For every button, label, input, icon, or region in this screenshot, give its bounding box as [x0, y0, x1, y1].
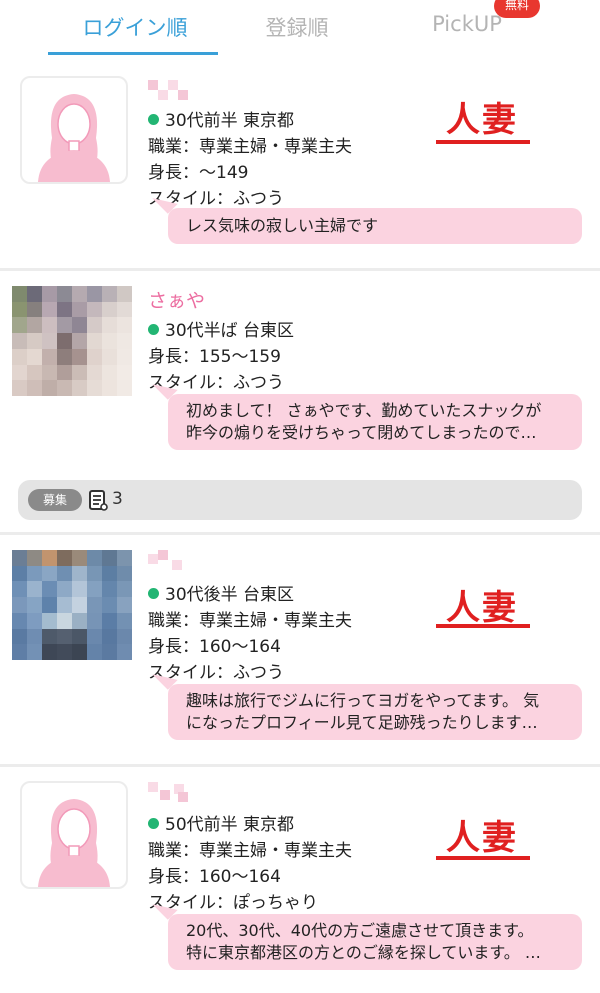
age-area: 50代前半 東京都: [148, 810, 294, 835]
message-bubble: 20代、30代、40代の方ご遠慮させて頂きます。 特に東京都港区の方とのご縁を探…: [168, 914, 582, 970]
age-area-text: 30代半ば 台東区: [165, 321, 295, 341]
blurred-name: [148, 782, 188, 802]
age-area-text: 30代前半 東京都: [165, 111, 295, 131]
tag-underline: [436, 624, 530, 628]
message-bubble: 初めまして！ さぁやです、勤めていたスナックが 昨今の煽りを受けちゃって閉めてし…: [168, 394, 582, 450]
free-badge: 無料: [494, 0, 540, 18]
age-area: 30代前半 東京都: [148, 106, 294, 131]
job-text: 職業：専業主婦・専業主夫: [148, 137, 352, 157]
tag-underline: [436, 856, 530, 860]
message-line: レス気味の寂しい主婦です: [186, 216, 379, 235]
board-list-icon: [88, 488, 108, 512]
age-area-text: 50代前半 東京都: [165, 815, 295, 835]
tab-registration-order[interactable]: 登録順: [222, 12, 372, 42]
female-silhouette-icon: [20, 76, 128, 184]
height-text: 身長：155〜159: [148, 347, 281, 367]
blurred-name: [148, 80, 188, 100]
tag-underline: [436, 140, 530, 144]
job-text: 職業：専業主婦・専業主夫: [148, 841, 352, 861]
recruit-bar[interactable]: 募集 3: [18, 480, 582, 520]
active-tab-indicator: [48, 52, 218, 55]
message-line: 趣味は旅行でジムに行ってヨガをやってます。 気: [186, 691, 540, 710]
online-status-dot: [148, 818, 159, 829]
divider: [0, 764, 600, 767]
tag-label: 人妻: [446, 818, 518, 858]
tab-pickup-label: PickUP: [432, 12, 502, 36]
online-status-dot: [148, 588, 159, 599]
height-text: 身長：〜149: [148, 163, 249, 183]
profile-name[interactable]: さぁや: [148, 286, 205, 313]
height-text: 身長：160〜164: [148, 637, 281, 657]
message-line: 初めまして！ さぁやです、勤めていたスナックが: [186, 401, 542, 420]
online-status-dot: [148, 324, 159, 335]
blurred-name: [148, 550, 188, 570]
tab-login-order[interactable]: ログイン順: [60, 12, 210, 42]
message-line: になったプロフィール見て足跡残ったりします…: [186, 713, 538, 732]
message-line: 20代、30代、40代の方ご遠慮させて頂きます。: [186, 921, 534, 940]
tag-label: 人妻: [446, 100, 518, 140]
message-line: 特に東京都港区の方とのご縁を探しています。 …: [186, 943, 541, 962]
job-text: 職業：専業主婦・専業主夫: [148, 611, 352, 631]
age-area: 30代半ば 台東区: [148, 316, 294, 341]
recruit-label: 募集: [28, 489, 82, 511]
message-line: 昨今の煽りを受けちゃって閉めてしまったので…: [186, 423, 537, 442]
message-bubble: 趣味は旅行でジムに行ってヨガをやってます。 気 になったプロフィール見て足跡残っ…: [168, 684, 582, 740]
tag-label: 人妻: [446, 588, 518, 628]
age-area: 30代後半 台東区: [148, 580, 294, 605]
recruit-count: 3: [112, 489, 123, 509]
tab-bar: ログイン順 登録順 PickUP 無料: [0, 0, 600, 56]
divider: [0, 268, 600, 271]
message-bubble: レス気味の寂しい主婦です: [168, 208, 582, 244]
divider: [0, 532, 600, 535]
online-status-dot: [148, 114, 159, 125]
height-text: 身長：160〜164: [148, 867, 281, 887]
blurred-photo: [12, 550, 132, 660]
blurred-photo: [12, 286, 132, 396]
age-area-text: 30代後半 台東区: [165, 585, 295, 605]
female-silhouette-icon: [20, 781, 128, 889]
